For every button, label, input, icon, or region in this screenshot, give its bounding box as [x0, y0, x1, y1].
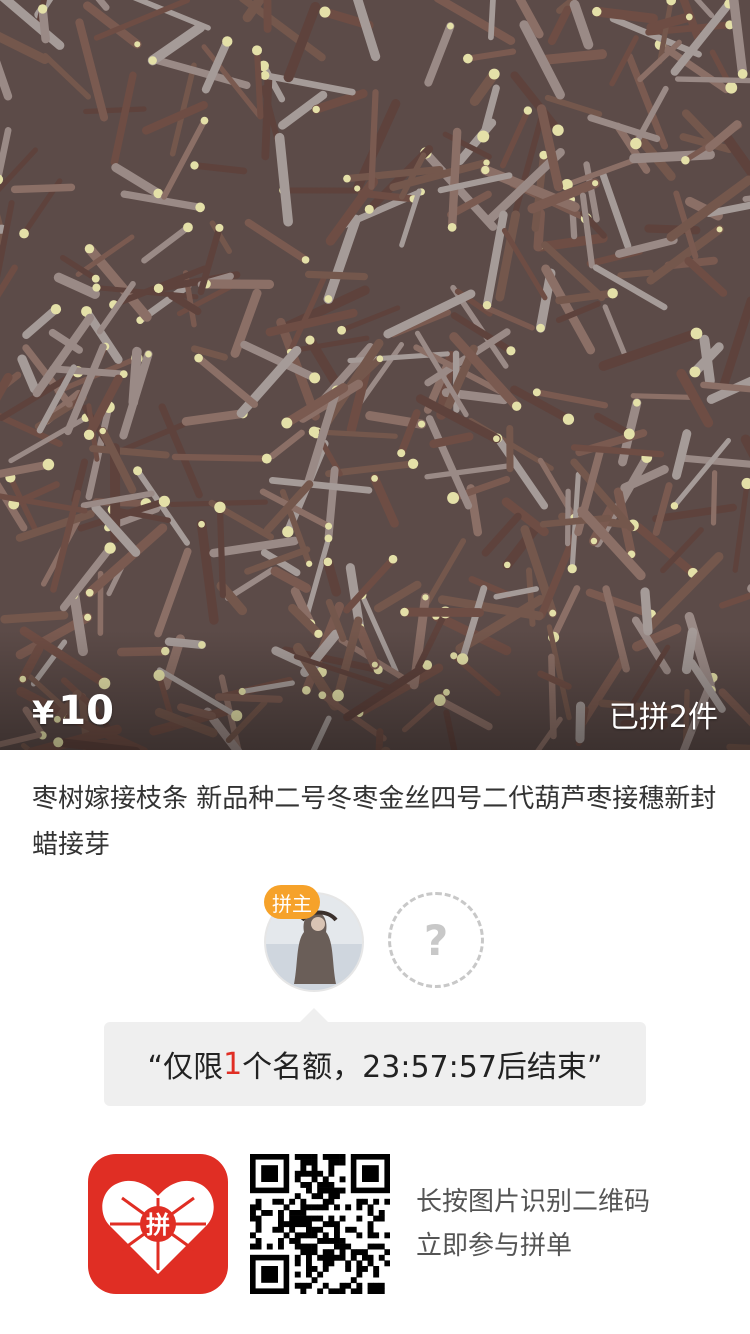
price: ¥ 10 [32, 688, 114, 734]
leader-badge: 拼主 [264, 885, 320, 919]
app-logo-icon: 拼 [88, 1154, 228, 1294]
hint-line2: 立即参与拼单 [416, 1231, 573, 1261]
qr-code[interactable] [250, 1154, 391, 1295]
notice-rest: 个名额，23:57:57后结束” [242, 1050, 603, 1085]
slot-notice: “仅限 1 个名额，23:57:57后结束” [104, 1022, 646, 1106]
product-title: 枣树嫁接枝条 新品种二号冬枣金丝四号二代葫芦枣接穗新封蜡接芽 [32, 784, 717, 860]
empty-slot-icon[interactable]: ? [388, 892, 484, 988]
sold-count: 已拼2件 [608, 700, 718, 735]
notice-count: 1 [223, 1046, 243, 1082]
product-image[interactable] [0, 0, 750, 750]
bubble-pointer [300, 1008, 328, 1022]
price-amount: 10 [58, 688, 114, 734]
qr-hint: 长按图片识别二维码 立即参与拼单 [416, 1180, 650, 1268]
logo-text: 拼 [146, 1211, 170, 1239]
notice-open: “仅限 [147, 1050, 224, 1085]
currency-symbol: ¥ [32, 694, 55, 732]
hint-line1: 长按图片识别二维码 [416, 1187, 651, 1217]
